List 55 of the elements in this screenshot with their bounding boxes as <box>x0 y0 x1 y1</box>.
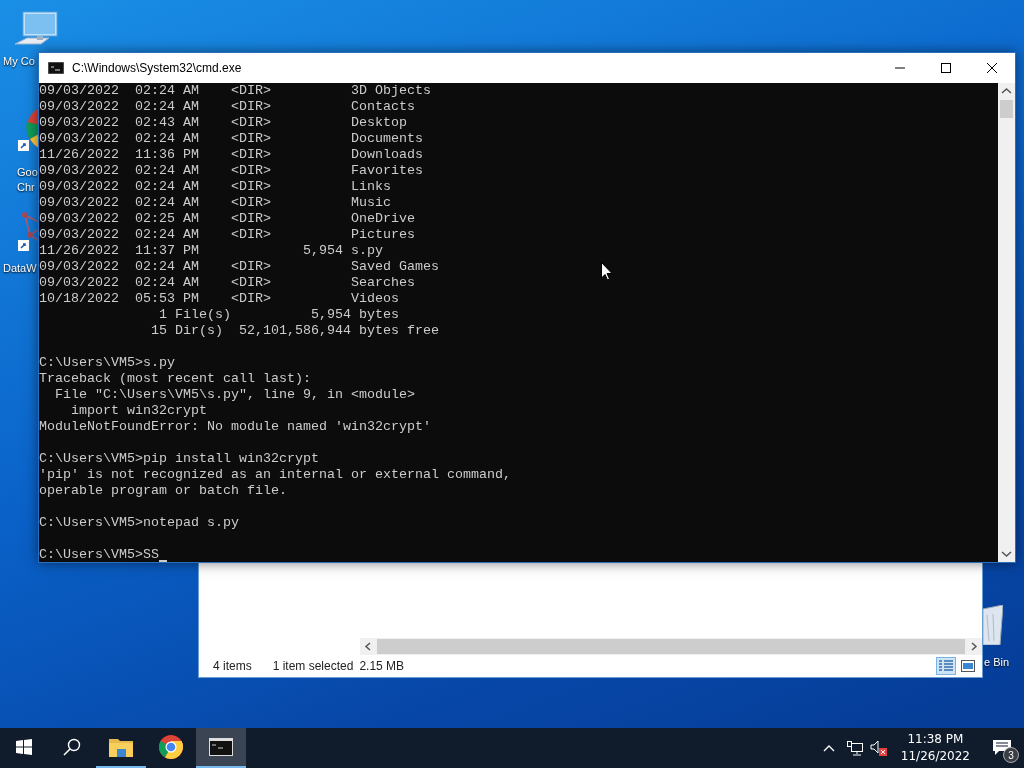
terminal-line: 09/03/2022 02:24 AM <DIR> Links <box>39 179 391 195</box>
taskbar-app-button[interactable] <box>196 728 246 768</box>
terminal-line: operable program or batch file. <box>39 483 287 499</box>
terminal-line: ModuleNotFoundError: No module named 'win32crypt' <box>39 419 431 435</box>
icon-label: My Co <box>3 54 35 69</box>
terminal-line: 09/03/2022 02:43 AM <DIR> Desktop <box>39 115 407 131</box>
notification-button[interactable]: 3 <box>980 728 1024 768</box>
terminal-line: import win32crypt <box>70 403 207 419</box>
terminal-line: 09/03/2022 02:24 AM <DIR> Saved Games <box>39 259 439 275</box>
list-icon <box>939 660 953 672</box>
terminal-line: 09/03/2022 02:24 AM <DIR> Music <box>39 195 391 211</box>
terminal-line: 09/03/2022 02:24 AM <DIR> Contacts <box>39 99 415 115</box>
folder-icon <box>109 737 133 757</box>
terminal-line: 09/03/2022 02:24 AM <DIR> Searches <box>39 275 415 291</box>
windows-logo-icon <box>16 739 32 755</box>
close-icon <box>987 63 997 73</box>
terminal-line: 11/26/2022 11:37 PM 5,954 s.py <box>39 243 383 259</box>
terminal-line: 09/03/2022 02:24 AM <DIR> Pictures <box>39 227 415 243</box>
large-icons-view-button[interactable] <box>958 657 978 675</box>
terminal-line: Traceback (most recent call last): <box>39 371 311 387</box>
terminal-line: 15 Dir(s) 52,101,586,944 bytes free <box>149 323 439 339</box>
chevron-up-icon[interactable] <box>822 744 835 752</box>
scrollbar-thumb[interactable] <box>377 639 965 654</box>
terminal-line: File "C:\Users\VM5\s.py", line 9, in <module> <box>54 387 415 403</box>
icon-label: Chr <box>17 180 35 195</box>
status-text: 2.15 MB <box>359 659 405 673</box>
terminal-icon <box>48 62 64 74</box>
terminal-line: 09/03/2022 02:24 AM <DIR> 3D Objects <box>39 83 431 99</box>
icon-label: DataW <box>3 261 37 276</box>
terminal-line: C:\Users\VM5>pip install win32crypt <box>39 451 319 467</box>
terminal-line: 'pip' is not recognized as an internal or external command, <box>39 467 511 483</box>
status-text: 1 item selected <box>272 659 354 673</box>
window-title: C:\Windows\System32\cmd.exe <box>72 61 242 75</box>
status-text: 4 items <box>213 659 252 673</box>
clock[interactable]: 11:38 PM 11/26/2022 <box>890 731 980 765</box>
mouse-pointer-icon <box>601 262 613 281</box>
terminal-line: 10/18/2022 05:53 PM <DIR> Videos <box>39 291 399 307</box>
terminal-line: 09/03/2022 02:25 AM <DIR> OneDrive <box>39 211 415 227</box>
terminal-line: 11/26/2022 11:36 PM <DIR> Downloads <box>39 147 423 163</box>
chrome-icon <box>159 735 183 759</box>
scrollbar-thumb[interactable] <box>1000 100 1013 118</box>
terminal-line: 09/03/2022 02:24 AM <DIR> Favorites <box>39 163 423 179</box>
icon-label: e Bin <box>984 655 1010 670</box>
terminal-line: C:\Users\VM5>s.py <box>39 355 175 371</box>
terminal-line: 1 File(s) 5,954 bytes <box>157 307 399 323</box>
terminal-icon <box>209 738 233 756</box>
notification-badge: 3 <box>1003 747 1019 763</box>
image-icon <box>961 660 975 672</box>
search-icon <box>63 738 81 756</box>
terminal-line: 09/03/2022 02:24 AM <DIR> Documents <box>39 131 423 147</box>
maximize-icon <box>941 63 951 73</box>
icon-label: Goo <box>17 165 38 180</box>
recycle-bin-icon <box>983 605 1003 645</box>
terminal-line: C:\Users\VM5>SS <box>39 547 159 562</box>
terminal-line: C:\Users\VM5>notepad s.py <box>39 515 239 531</box>
